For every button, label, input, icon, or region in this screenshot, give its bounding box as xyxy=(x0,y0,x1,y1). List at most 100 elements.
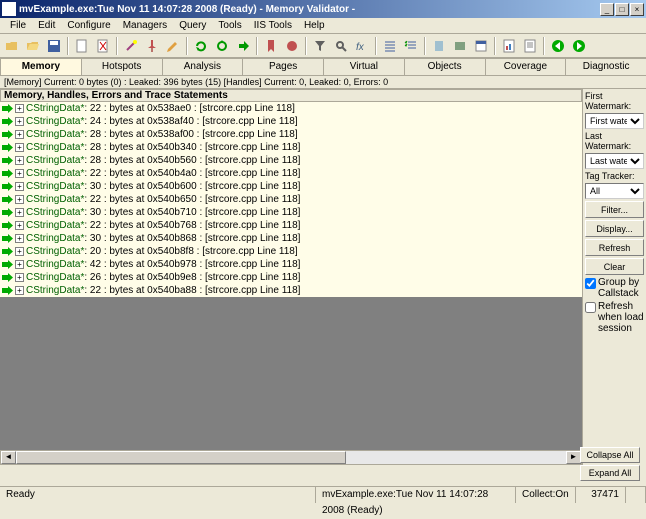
folder-open-icon[interactable] xyxy=(23,36,43,56)
menu-managers[interactable]: Managers xyxy=(117,19,173,32)
expand-icon[interactable]: + xyxy=(15,182,24,191)
menu-query[interactable]: Query xyxy=(173,19,212,32)
expand-icon[interactable]: + xyxy=(15,143,24,152)
group-callstack-checkbox[interactable]: Group by Callstack xyxy=(585,277,644,299)
menu-edit[interactable]: Edit xyxy=(32,19,61,32)
expand-icon[interactable]: + xyxy=(15,221,24,230)
filter-button[interactable]: Filter... xyxy=(585,201,644,218)
scroll-left-icon[interactable]: ◄ xyxy=(1,451,16,464)
expand-icon[interactable]: + xyxy=(15,273,24,282)
menu-iis-tools[interactable]: IIS Tools xyxy=(248,19,298,32)
refresh-session-checkbox[interactable]: Refresh when load session xyxy=(585,301,644,334)
maximize-button[interactable]: □ xyxy=(615,3,629,16)
expand-icon[interactable]: + xyxy=(15,234,24,243)
attach-icon[interactable] xyxy=(429,36,449,56)
menu-tools[interactable]: Tools xyxy=(212,19,247,32)
tree-row[interactable]: +CStringData* : 28 : bytes at 0x538af00 … xyxy=(0,128,582,141)
refresh-circle-icon[interactable] xyxy=(212,36,232,56)
tab-coverage[interactable]: Coverage xyxy=(485,58,567,75)
menu-configure[interactable]: Configure xyxy=(61,19,116,32)
expand-icon[interactable]: + xyxy=(15,130,24,139)
class-name: CStringData* xyxy=(26,285,84,296)
session-close-icon[interactable] xyxy=(93,36,113,56)
scroll-right-icon[interactable]: ► xyxy=(566,451,581,464)
report-chart-icon[interactable] xyxy=(499,36,519,56)
tree-row[interactable]: +CStringData* : 30 : bytes at 0x540b710 … xyxy=(0,206,582,219)
tree-row[interactable]: +CStringData* : 22 : bytes at 0x538ae0 :… xyxy=(0,102,582,115)
report-doc-icon[interactable] xyxy=(520,36,540,56)
filter-icon[interactable] xyxy=(310,36,330,56)
expand-icon[interactable]: + xyxy=(15,247,24,256)
tree-row[interactable]: +CStringData* : 30 : bytes at 0x540b868 … xyxy=(0,232,582,245)
open-folder-icon[interactable] xyxy=(2,36,22,56)
expand-icon[interactable]: + xyxy=(15,208,24,217)
tab-diagnostic[interactable]: Diagnostic xyxy=(565,58,646,75)
horizontal-scrollbar[interactable]: ◄ ► xyxy=(0,450,582,465)
search-icon[interactable] xyxy=(331,36,351,56)
leak-arrow-icon xyxy=(2,195,13,204)
collapse-all-button[interactable]: Collapse All xyxy=(580,447,640,463)
pin-icon[interactable] xyxy=(142,36,162,56)
group-callstack-input[interactable] xyxy=(585,278,596,289)
list-check-icon[interactable] xyxy=(401,36,421,56)
tree-row[interactable]: +CStringData* : 30 : bytes at 0x540b600 … xyxy=(0,180,582,193)
window-icon[interactable] xyxy=(471,36,491,56)
tab-memory[interactable]: Memory xyxy=(0,58,82,75)
tab-analysis[interactable]: Analysis xyxy=(162,58,244,75)
module-icon[interactable] xyxy=(450,36,470,56)
tree-row[interactable]: +CStringData* : 22 : bytes at 0x540b650 … xyxy=(0,193,582,206)
tree-row[interactable]: +CStringData* : 22 : bytes at 0x540ba88 … xyxy=(0,284,582,297)
scroll-thumb[interactable] xyxy=(16,451,346,464)
expand-icon[interactable]: + xyxy=(15,286,24,295)
fx-icon[interactable]: fx xyxy=(352,36,372,56)
callstack-tree[interactable]: +CStringData* : 22 : bytes at 0x538ae0 :… xyxy=(0,102,582,297)
bookmark-icon[interactable] xyxy=(261,36,281,56)
collect-toggle-icon[interactable] xyxy=(282,36,302,56)
menu-file[interactable]: File xyxy=(4,19,32,32)
tree-row[interactable]: +CStringData* : 20 : bytes at 0x540b8f8 … xyxy=(0,245,582,258)
expand-icon[interactable]: + xyxy=(15,169,24,178)
minimize-button[interactable]: _ xyxy=(600,3,614,16)
tree-row[interactable]: +CStringData* : 28 : bytes at 0x540b560 … xyxy=(0,154,582,167)
leak-arrow-icon xyxy=(2,143,13,152)
expand-icon[interactable]: + xyxy=(15,260,24,269)
menu-help[interactable]: Help xyxy=(298,19,331,32)
expand-icon[interactable]: + xyxy=(15,156,24,165)
close-button[interactable]: × xyxy=(630,3,644,16)
expand-icon[interactable]: + xyxy=(15,195,24,204)
leak-arrow-icon xyxy=(2,234,13,243)
refresh-button[interactable]: Refresh xyxy=(585,239,644,256)
scroll-track[interactable] xyxy=(346,451,566,464)
last-watermark-select[interactable]: Last watermark xyxy=(585,153,644,169)
clear-button[interactable]: Clear xyxy=(585,258,644,275)
expand-icon[interactable]: + xyxy=(15,104,24,113)
tab-pages[interactable]: Pages xyxy=(242,58,324,75)
wand-icon[interactable] xyxy=(121,36,141,56)
tree-row[interactable]: +CStringData* : 26 : bytes at 0x540b9e8 … xyxy=(0,271,582,284)
tree-row[interactable]: +CStringData* : 42 : bytes at 0x540b978 … xyxy=(0,258,582,271)
class-name: CStringData* xyxy=(26,129,84,140)
refresh-session-input[interactable] xyxy=(585,302,596,313)
tree-row[interactable]: +CStringData* : 22 : bytes at 0x540b4a0 … xyxy=(0,167,582,180)
tree-row[interactable]: +CStringData* : 22 : bytes at 0x540b768 … xyxy=(0,219,582,232)
expand-icon[interactable]: + xyxy=(15,117,24,126)
tree-row[interactable]: +CStringData* : 28 : bytes at 0x540b340 … xyxy=(0,141,582,154)
list-icon[interactable] xyxy=(380,36,400,56)
expand-all-button[interactable]: Expand All xyxy=(580,465,640,481)
edit-icon[interactable] xyxy=(163,36,183,56)
save-icon[interactable] xyxy=(44,36,64,56)
reload-green-icon[interactable] xyxy=(191,36,211,56)
forward-arrow-icon[interactable] xyxy=(233,36,253,56)
tab-hotspots[interactable]: Hotspots xyxy=(81,58,163,75)
tab-virtual[interactable]: Virtual xyxy=(323,58,405,75)
leak-arrow-icon xyxy=(2,247,13,256)
first-watermark-select[interactable]: First watermark xyxy=(585,113,644,129)
display-button[interactable]: Display... xyxy=(585,220,644,237)
nav-forward-icon[interactable] xyxy=(569,36,589,56)
tree-row[interactable]: +CStringData* : 24 : bytes at 0x538af40 … xyxy=(0,115,582,128)
tag-tracker-select[interactable]: All xyxy=(585,183,644,199)
tab-objects[interactable]: Objects xyxy=(404,58,486,75)
class-name: CStringData* xyxy=(26,246,84,257)
session-new-icon[interactable] xyxy=(72,36,92,56)
nav-back-icon[interactable] xyxy=(548,36,568,56)
